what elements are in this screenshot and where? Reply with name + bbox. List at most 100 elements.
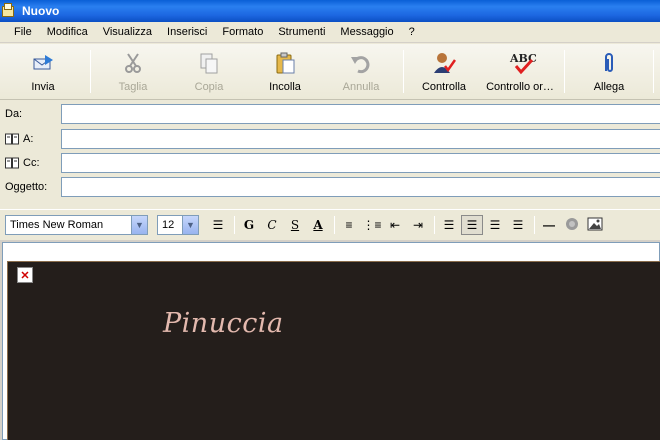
- copy-button[interactable]: Copia: [171, 44, 247, 99]
- menu-help[interactable]: ?: [403, 26, 421, 38]
- to-field[interactable]: [61, 129, 660, 149]
- menu-strumenti[interactable]: Strumenti: [272, 26, 331, 38]
- from-field[interactable]: [61, 104, 660, 124]
- paste-button[interactable]: Incolla: [247, 44, 323, 99]
- from-label: Da:: [5, 108, 23, 120]
- chevron-down-icon[interactable]: ▼: [131, 216, 147, 234]
- paperclip-icon: [597, 51, 621, 75]
- bold-button[interactable]: G: [238, 215, 260, 235]
- indent-icon: ⇥: [412, 218, 424, 232]
- justify-icon: ☰: [512, 218, 524, 232]
- format-toolbar: Times New Roman ▼ 12 ▼ ☰ G C S A ≡ ⋮≡ ⇤ …: [0, 209, 660, 239]
- numbered-list-button[interactable]: ≡: [338, 215, 360, 235]
- insert-link-button[interactable]: [561, 215, 583, 235]
- increase-indent-button[interactable]: ⇥: [407, 215, 429, 235]
- horizontal-line-button[interactable]: —: [538, 215, 560, 235]
- check-names-button[interactable]: Controlla: [408, 44, 480, 99]
- justify-button[interactable]: ☰: [507, 215, 529, 235]
- paragraph-style-button[interactable]: ☰: [207, 215, 229, 235]
- bullet-list-button[interactable]: ⋮≡: [361, 215, 383, 235]
- font-size-select[interactable]: 12 ▼: [157, 215, 199, 235]
- menu-inserisci[interactable]: Inserisci: [161, 26, 213, 38]
- italic-button[interactable]: C: [261, 215, 283, 235]
- main-toolbar: Invia Taglia Copia Incolla Annulla Contr…: [0, 44, 660, 100]
- menu-messaggio[interactable]: Messaggio: [334, 26, 399, 38]
- attach-button[interactable]: Allega: [569, 44, 649, 99]
- align-center-button[interactable]: ☰: [461, 215, 483, 235]
- spelling-button[interactable]: ABC Controllo or…: [480, 44, 560, 99]
- picture-icon: [587, 216, 603, 235]
- align-center-icon: ☰: [466, 218, 478, 232]
- font-family-value: Times New Roman: [10, 219, 104, 231]
- check-names-label: Controlla: [421, 80, 467, 93]
- send-button[interactable]: Invia: [0, 44, 86, 99]
- toolbar-separator: [90, 50, 91, 93]
- spelling-label: Controllo or…: [486, 80, 554, 93]
- menu-modifica[interactable]: Modifica: [41, 26, 94, 38]
- underline-button[interactable]: S: [284, 215, 306, 235]
- copy-icon: [197, 51, 221, 75]
- menu-bar: File Modifica Visualizza Inserisci Forma…: [0, 22, 660, 43]
- globe-link-icon: [564, 216, 580, 235]
- menu-formato[interactable]: Formato: [216, 26, 269, 38]
- insert-picture-button[interactable]: [584, 215, 606, 235]
- title-bar: Nuovo: [0, 0, 660, 22]
- check-names-icon: [432, 51, 457, 75]
- menu-file[interactable]: File: [8, 26, 38, 38]
- menu-visualizza[interactable]: Visualizza: [97, 26, 158, 38]
- paste-icon: [273, 51, 297, 75]
- send-label: Invia: [31, 80, 55, 93]
- bullet-list-icon: ⋮≡: [362, 218, 382, 232]
- to-label-wrap[interactable]: A:: [5, 133, 33, 145]
- align-right-icon: ☰: [489, 218, 501, 232]
- new-message-icon: [2, 3, 16, 19]
- paragraph-style-icon: ☰: [212, 218, 224, 232]
- subject-field[interactable]: [61, 177, 660, 197]
- undo-label: Annulla: [342, 80, 380, 93]
- outdent-icon: ⇤: [389, 218, 401, 232]
- message-body-editor[interactable]: [2, 242, 660, 440]
- to-row: A:: [0, 129, 660, 149]
- copy-label: Copia: [194, 80, 224, 93]
- undo-button[interactable]: Annulla: [323, 44, 399, 99]
- cut-label: Taglia: [118, 80, 148, 93]
- cc-label-wrap[interactable]: Cc:: [5, 157, 40, 169]
- format-separator: [534, 216, 535, 234]
- from-row: Da:: [0, 104, 660, 124]
- toolbar-separator: [653, 50, 654, 93]
- send-icon: [31, 51, 55, 75]
- stationery-background: [7, 261, 660, 440]
- undo-icon: [349, 51, 373, 75]
- cc-label: Cc:: [23, 157, 40, 169]
- horizontal-line-icon: —: [543, 218, 555, 232]
- align-left-icon: ☰: [443, 218, 455, 232]
- font-family-select[interactable]: Times New Roman ▼: [5, 215, 148, 235]
- font-size-value: 12: [162, 219, 175, 231]
- signature-text: Pinuccia: [163, 308, 284, 339]
- format-separator: [234, 216, 235, 234]
- to-label: A:: [23, 133, 34, 145]
- toolbar-separator: [564, 50, 565, 93]
- spelling-icon: ABC: [508, 51, 537, 75]
- subject-label: Oggetto:: [5, 181, 48, 193]
- address-book-icon[interactable]: [5, 157, 19, 169]
- subject-row: Oggetto:: [0, 177, 660, 197]
- align-left-button[interactable]: ☰: [438, 215, 460, 235]
- window-title: Nuovo: [22, 4, 60, 18]
- chevron-down-icon[interactable]: ▼: [182, 216, 198, 234]
- decrease-indent-button[interactable]: ⇤: [384, 215, 406, 235]
- cc-field[interactable]: [61, 153, 660, 173]
- font-color-button[interactable]: A: [307, 215, 329, 235]
- format-separator: [334, 216, 335, 234]
- cut-button[interactable]: Taglia: [95, 44, 171, 99]
- format-separator: [434, 216, 435, 234]
- toolbar-separator: [403, 50, 404, 93]
- attach-label: Allega: [593, 80, 625, 93]
- cc-row: Cc:: [0, 153, 660, 173]
- paste-label: Incolla: [269, 80, 301, 93]
- align-right-button[interactable]: ☰: [484, 215, 506, 235]
- broken-image-icon: ✕: [17, 267, 33, 283]
- scissors-icon: [121, 51, 145, 75]
- address-book-icon[interactable]: [5, 133, 19, 145]
- message-body-frame: [0, 240, 660, 440]
